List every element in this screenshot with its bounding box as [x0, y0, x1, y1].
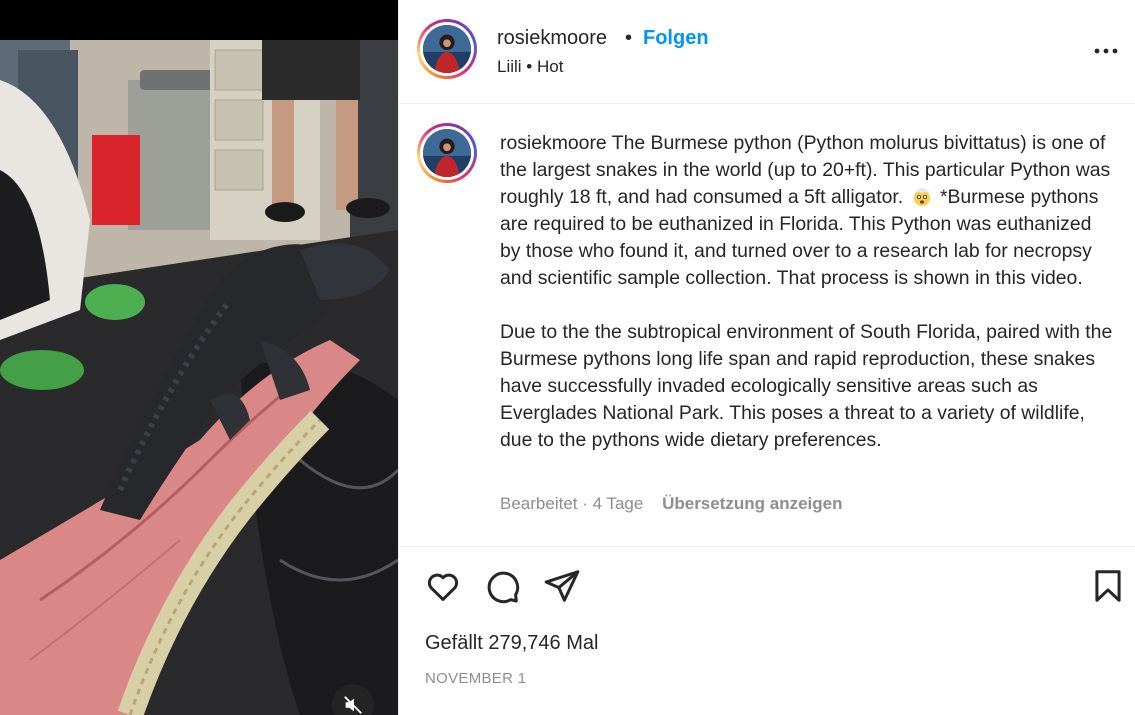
avatar-photo: [423, 25, 471, 73]
follow-button[interactable]: Folgen: [643, 27, 709, 50]
paper-plane-icon: [543, 570, 581, 609]
post-panel: rosiekmoore • Folgen Liili • Hot rosiekm…: [398, 0, 1135, 715]
see-translation-link[interactable]: Übersetzung anzeigen: [662, 494, 842, 513]
caption-section: rosiekmoore The Burmese python (Python m…: [399, 104, 1135, 546]
post-media[interactable]: [0, 0, 398, 715]
video-frame[interactable]: [0, 40, 398, 715]
audio-track[interactable]: Liili • Hot: [497, 57, 563, 77]
more-icon: [1091, 48, 1121, 70]
caption-text: rosiekmoore The Burmese python (Python m…: [500, 130, 1115, 454]
edited-timestamp[interactable]: Bearbeitet · 4 Tage: [500, 494, 643, 513]
speaker-muted-icon: [342, 694, 364, 715]
post-header: rosiekmoore • Folgen Liili • Hot: [399, 0, 1135, 104]
share-button[interactable]: [543, 567, 581, 605]
separator-dot: •: [625, 27, 633, 49]
bookmark-icon: [1089, 570, 1127, 609]
heart-icon: [424, 573, 462, 609]
exploding-head-emoji: [911, 185, 933, 207]
save-button[interactable]: [1089, 567, 1127, 605]
post-date[interactable]: NOVEMBER 1: [425, 670, 526, 687]
more-options-button[interactable]: [1091, 36, 1121, 66]
necropsy-video-image: [0, 40, 398, 715]
comment-button[interactable]: [483, 567, 521, 605]
caption-meta: Bearbeitet · 4 Tage Übersetzung anzeigen: [500, 494, 843, 514]
caption-paragraph-2: Due to the the subtropical environment o…: [500, 321, 1113, 451]
caption-paragraph-1: rosiekmoore The Burmese python (Python m…: [500, 130, 1115, 292]
like-button[interactable]: [424, 567, 462, 605]
comment-icon: [483, 571, 521, 609]
caption-username[interactable]: rosiekmoore: [500, 132, 607, 154]
action-bar: Gefällt 279,746 Mal NOVEMBER 1: [399, 546, 1135, 715]
likes-count[interactable]: Gefällt 279,746 Mal: [425, 632, 598, 655]
caption-avatar[interactable]: [417, 123, 477, 183]
avatar[interactable]: [417, 19, 477, 79]
post-username[interactable]: rosiekmoore: [497, 27, 607, 50]
avatar-photo: [423, 129, 471, 177]
